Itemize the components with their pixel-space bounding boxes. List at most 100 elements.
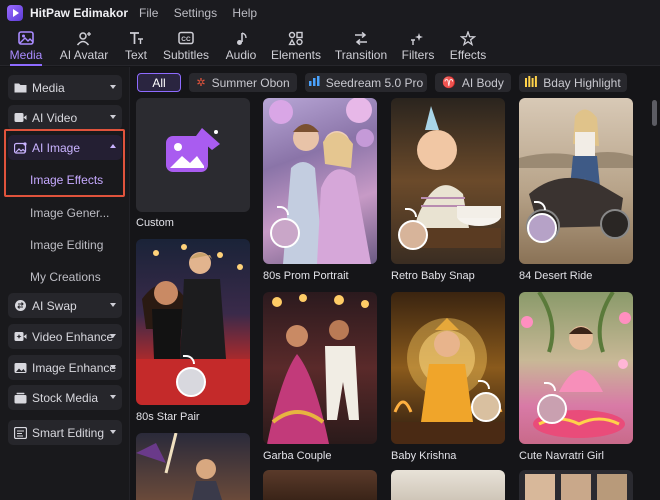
card-80s-star-pair[interactable] — [136, 239, 250, 405]
card-84-desert-ride[interactable] — [519, 98, 633, 264]
chevron-down-icon — [110, 334, 116, 338]
avatar — [398, 220, 428, 250]
card-caption: Retro Baby Snap — [391, 270, 475, 282]
tab-transition-label: Transition — [334, 48, 388, 62]
tab-media[interactable]: Media — [4, 26, 48, 66]
scrollbar-thumb[interactable] — [652, 100, 657, 126]
card-baby-krishna[interactable] — [391, 292, 505, 444]
partial-thumbnail — [136, 433, 222, 500]
tab-media-label: Media — [9, 48, 43, 62]
tab-ai-avatar[interactable]: AI Avatar — [54, 26, 114, 66]
swap-icon — [14, 299, 27, 312]
filter-chip-all[interactable]: All — [137, 73, 181, 92]
title-bar: HitPaw Edimakor File Settings Help — [0, 0, 660, 26]
sidebar-subitem-my-creations[interactable]: My Creations — [30, 270, 101, 284]
card-caption: 80s Star Pair — [136, 411, 200, 423]
app-name: HitPaw Edimakor — [30, 6, 129, 20]
chevron-down-icon — [110, 395, 116, 399]
menu-file[interactable]: File — [139, 6, 158, 20]
card-partial[interactable] — [519, 470, 633, 500]
avatar — [176, 367, 206, 397]
svg-text:CC: CC — [181, 36, 191, 43]
tab-filters-label: Filters — [401, 48, 435, 62]
tab-transition[interactable]: Transition — [330, 26, 392, 66]
filter-chip-bday-highlight[interactable]: Bday Highlight — [519, 73, 627, 92]
card-retro-baby-snap[interactable] — [391, 98, 505, 264]
smart-editing-icon — [14, 426, 27, 439]
tab-ai-avatar-label: AI Avatar — [59, 48, 109, 62]
main-toolbar: Media AI Avatar Text CC Subtitles Audio … — [0, 26, 660, 66]
chevron-down-icon — [110, 430, 116, 434]
filters-icon — [410, 30, 426, 46]
card-partial[interactable] — [263, 470, 377, 500]
chevron-down-icon — [110, 303, 116, 307]
avatar — [471, 392, 501, 422]
tab-effects[interactable]: Effects — [444, 26, 492, 66]
sidebar-item-ai-swap[interactable]: AI Swap — [8, 293, 122, 318]
sparkle-icon: ✲ — [196, 77, 206, 89]
folder-icon — [14, 81, 27, 94]
filter-chip-label: Bday Highlight — [543, 75, 621, 90]
sidebar-item-stock-media[interactable]: Stock Media — [8, 385, 122, 410]
sidebar-item-label: Smart Editing — [32, 425, 105, 440]
effects-icon — [460, 30, 476, 46]
filter-chip-summer-obon[interactable]: ✲ Summer Obon — [189, 73, 297, 92]
sidebar-item-label: Video Enhance — [32, 329, 114, 344]
tab-audio[interactable]: Audio — [220, 26, 262, 66]
partial-thumbnail-grid — [525, 474, 627, 500]
filter-chip-ai-body[interactable]: ♈ AI Body — [435, 73, 511, 92]
card-partial[interactable] — [391, 470, 505, 500]
app-logo-icon — [7, 5, 23, 21]
sidebar-item-smart-editing[interactable]: Smart Editing — [8, 420, 122, 445]
subtitles-icon: CC — [178, 30, 194, 46]
card-partial[interactable] — [136, 433, 250, 500]
card-garba-couple[interactable] — [263, 292, 377, 444]
menu-bar: File Settings Help — [139, 6, 269, 20]
card-caption: 84 Desert Ride — [519, 270, 593, 282]
ai-image-highlight-box — [4, 129, 125, 197]
card-caption: 80s Prom Portrait — [263, 270, 349, 282]
tab-filters[interactable]: Filters — [398, 26, 438, 66]
card-caption: Custom — [136, 217, 174, 229]
card-cute-navratri-girl[interactable] — [519, 292, 633, 444]
sidebar-item-image-enhance[interactable]: Image Enhance — [8, 355, 122, 380]
tab-subtitles-label: Subtitles — [162, 48, 210, 62]
tab-text-label: Text — [124, 48, 147, 62]
sidebar-item-video-enhance[interactable]: Video Enhance — [8, 324, 122, 349]
filter-chip-label: All — [152, 75, 166, 90]
sidebar-item-media[interactable]: Media — [8, 75, 122, 100]
garba-couple-illustration — [267, 294, 369, 444]
stock-icon — [14, 391, 27, 404]
card-custom[interactable] — [136, 98, 250, 212]
sidebar-item-label: Image Enhance — [32, 360, 117, 375]
chevron-down-icon — [110, 115, 116, 119]
tab-subtitles[interactable]: CC Subtitles — [158, 26, 214, 66]
text-icon — [128, 30, 144, 46]
filter-chip-seedream[interactable]: Seedream 5.0 Pro — [305, 73, 427, 92]
tab-text[interactable]: Text — [120, 26, 152, 66]
card-80s-prom-portrait[interactable] — [263, 98, 377, 264]
sidebar-item-label: Media — [32, 80, 65, 95]
sidebar-item-ai-video[interactable]: AI Video — [8, 105, 122, 130]
tab-elements[interactable]: Elements — [268, 26, 324, 66]
menu-help[interactable]: Help — [232, 6, 257, 20]
sidebar-subitem-image-editing[interactable]: Image Editing — [30, 238, 103, 252]
video-icon — [14, 111, 27, 124]
enhance-icon — [14, 330, 27, 343]
body-icon: ♈ — [442, 77, 456, 89]
sidebar-item-label: AI Swap — [32, 298, 77, 313]
media-icon — [18, 30, 34, 46]
filter-chip-label: Seedream 5.0 Pro — [325, 75, 424, 90]
app-window: HitPaw Edimakor File Settings Help Media… — [0, 0, 660, 500]
sidebar-item-label: AI Video — [32, 110, 78, 125]
tab-elements-label: Elements — [270, 48, 322, 62]
avatar-icon — [76, 30, 92, 46]
audio-icon — [234, 30, 248, 46]
avatar — [527, 213, 557, 243]
image-enhance-icon — [14, 361, 27, 374]
bars-icon — [525, 75, 538, 90]
chevron-down-icon — [110, 365, 116, 369]
sidebar-subitem-image-generator[interactable]: Image Gener... — [30, 206, 109, 220]
menu-settings[interactable]: Settings — [174, 6, 217, 20]
avatar — [537, 394, 567, 424]
